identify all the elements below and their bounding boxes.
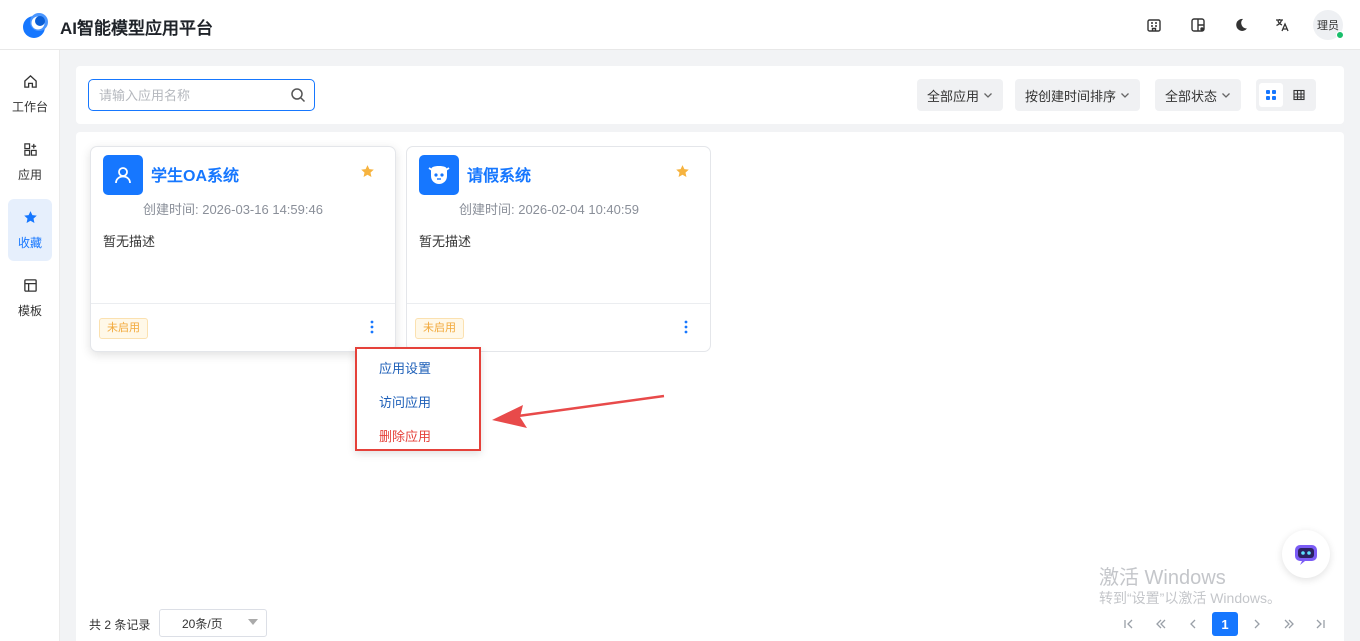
first-page-button[interactable]: [1116, 612, 1142, 636]
more-options-button[interactable]: [364, 317, 380, 337]
next-group-button[interactable]: [1276, 612, 1302, 636]
bot-face-icon: [419, 155, 459, 195]
activation-watermark-title: 激活 Windows: [1099, 567, 1226, 589]
sidebar-item-templates[interactable]: 模板: [8, 267, 52, 329]
page-size-select[interactable]: 20条/页: [159, 609, 267, 637]
robot-icon: [1295, 545, 1317, 565]
sidebar-item-label: 工作台: [11, 99, 48, 114]
chevron-left-icon: [1190, 619, 1196, 629]
app-name[interactable]: 请假系统: [467, 162, 531, 186]
prev-page-button[interactable]: [1180, 612, 1206, 636]
select-label: 全部状态: [1165, 88, 1218, 104]
select-label: 全部应用: [927, 88, 980, 104]
table-icon: [1293, 89, 1305, 101]
chevron-right-icon: [1254, 619, 1260, 629]
user-icon: [103, 155, 143, 195]
grid-icon: [1266, 90, 1276, 100]
layout-icon[interactable]: [1189, 16, 1207, 34]
app-card[interactable]: 学生OA系统 创建时间: 2026-03-16 14:59:46 暂无描述 未启…: [90, 146, 396, 352]
sidebar: 工作台 应用 收藏 模板: [0, 50, 60, 641]
app-description: 暂无描述: [103, 234, 156, 249]
menu-item-delete-app[interactable]: 删除应用: [379, 426, 431, 445]
top-header: AI智能模型应用平台 理员: [0, 0, 1360, 50]
star-icon: [22, 210, 38, 226]
online-status-dot: [1336, 31, 1344, 39]
double-chevron-left-icon: [1156, 619, 1166, 629]
more-vertical-icon: [684, 320, 688, 334]
page-button-current[interactable]: 1: [1212, 612, 1238, 636]
home-icon: [22, 74, 38, 90]
app-title: AI智能模型应用平台: [60, 19, 213, 38]
status-select[interactable]: 全部状态: [1155, 79, 1242, 111]
last-page-icon: [1316, 619, 1325, 629]
search-icon[interactable]: [290, 87, 306, 103]
created-time: 创建时间: 2026-02-04 10:40:59: [459, 202, 639, 217]
app-name[interactable]: 学生OA系统: [151, 162, 239, 186]
avatar-text: 理员: [1317, 20, 1339, 32]
sidebar-item-workbench[interactable]: 工作台: [8, 63, 52, 125]
double-chevron-right-icon: [1284, 619, 1294, 629]
app-logo-icon: [23, 13, 48, 38]
filter-toolbar: 全部应用 按创建时间排序 全部状态: [76, 66, 1344, 124]
template-icon: [22, 278, 38, 294]
chevron-down-icon: [984, 93, 992, 98]
select-label: 按创建时间排序: [1025, 88, 1117, 104]
app-description: 暂无描述: [419, 234, 472, 249]
table-view-button[interactable]: [1287, 83, 1311, 107]
app-card[interactable]: 请假系统 创建时间: 2026-02-04 10:40:59 暂无描述 未启用: [406, 146, 711, 352]
card-divider: [407, 303, 710, 304]
card-divider: [91, 303, 395, 304]
next-page-button[interactable]: [1244, 612, 1270, 636]
sidebar-item-label: 收藏: [17, 235, 42, 250]
menu-item-app-settings[interactable]: 应用设置: [379, 358, 431, 377]
sidebar-item-label: 模板: [17, 303, 42, 318]
chevron-down-icon: [1222, 93, 1230, 98]
activation-watermark-subtitle: 转到“设置”以激活 Windows。: [1099, 590, 1282, 606]
user-avatar[interactable]: 理员: [1313, 10, 1344, 40]
total-records: 共 2 条记录: [89, 618, 151, 632]
app-actions-menu: 应用设置 访问应用 删除应用: [355, 347, 481, 451]
star-icon[interactable]: [675, 164, 690, 179]
moon-icon[interactable]: [1232, 16, 1250, 34]
apps-icon: [22, 142, 38, 158]
status-badge: 未启用: [415, 318, 464, 339]
search-box[interactable]: [88, 79, 315, 111]
sidebar-item-label: 应用: [17, 167, 42, 182]
last-page-button[interactable]: [1307, 612, 1333, 636]
menu-item-visit-app[interactable]: 访问应用: [379, 392, 431, 411]
app-type-select[interactable]: 全部应用: [917, 79, 1004, 111]
page-size-label: 20条/页: [182, 616, 223, 631]
created-time: 创建时间: 2026-03-16 14:59:46: [143, 202, 323, 217]
search-input[interactable]: [99, 87, 290, 103]
translate-icon[interactable]: [1273, 16, 1291, 34]
prev-group-button[interactable]: [1148, 612, 1174, 636]
view-toggle: [1256, 79, 1316, 111]
more-vertical-icon: [370, 320, 374, 334]
sort-select[interactable]: 按创建时间排序: [1015, 79, 1141, 111]
star-icon[interactable]: [360, 164, 375, 179]
status-badge: 未启用: [99, 318, 148, 339]
sidebar-item-apps[interactable]: 应用: [8, 131, 52, 193]
sidebar-item-favorites[interactable]: 收藏: [8, 199, 52, 261]
chevron-down-icon: [248, 619, 258, 625]
chevron-down-icon: [1121, 93, 1129, 98]
card-view-button[interactable]: [1259, 83, 1283, 107]
chatbot-button[interactable]: [1282, 530, 1330, 578]
first-page-icon: [1124, 619, 1133, 629]
more-options-button[interactable]: [678, 317, 694, 337]
building-icon[interactable]: [1145, 16, 1163, 34]
